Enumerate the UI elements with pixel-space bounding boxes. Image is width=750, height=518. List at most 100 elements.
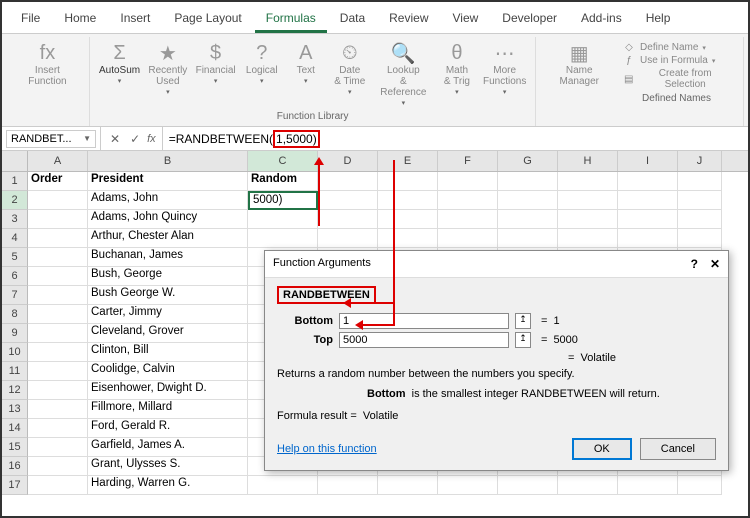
tab-page-layout[interactable]: Page Layout [163,6,252,33]
logical-button[interactable]: ?Logical▾ [241,39,283,109]
cell-I17[interactable] [618,476,678,495]
select-all-corner[interactable] [2,151,28,171]
cell-B16[interactable]: Grant, Ulysses S. [88,457,248,476]
row-header-17[interactable]: 17 [2,476,28,495]
cell-D17[interactable] [318,476,378,495]
cell-G17[interactable] [498,476,558,495]
row-header-16[interactable]: 16 [2,457,28,476]
collapse-dialog-icon[interactable]: ↥ [515,313,531,329]
text-button[interactable]: AText▾ [285,39,327,109]
cell-E3[interactable] [378,210,438,229]
row-header-10[interactable]: 10 [2,343,28,362]
more-functions-button[interactable]: ⋯MoreFunctions▾ [480,39,529,109]
cancel-button[interactable]: Cancel [640,438,716,460]
cell-D4[interactable] [318,229,378,248]
cell-H2[interactable] [558,191,618,210]
dialog-titlebar[interactable]: Function Arguments ? ✕ [265,251,728,278]
name-box[interactable]: RANDBET... ▼ [6,130,96,148]
cell-G2[interactable] [498,191,558,210]
cell-F1[interactable] [438,172,498,191]
cell-F2[interactable] [438,191,498,210]
cell-I1[interactable] [618,172,678,191]
help-icon[interactable]: ? [691,257,698,271]
formula-input[interactable]: =RANDBETWEEN(1,5000) [162,127,748,150]
cell-A1[interactable]: Order [28,172,88,191]
column-header-J[interactable]: J [678,151,722,171]
row-header-4[interactable]: 4 [2,229,28,248]
column-header-F[interactable]: F [438,151,498,171]
tab-help[interactable]: Help [635,6,682,33]
cell-B7[interactable]: Bush George W. [88,286,248,305]
cell-C1[interactable]: Random [248,172,318,191]
date-time-button[interactable]: ⏲Date& Time▾ [329,39,371,109]
create-from-selection-button[interactable]: ▤Create from Selection [620,67,733,91]
row-header-6[interactable]: 6 [2,267,28,286]
cell-B4[interactable]: Arthur, Chester Alan [88,229,248,248]
cell-B1[interactable]: President [88,172,248,191]
cell-I2[interactable] [618,191,678,210]
cell-A5[interactable] [28,248,88,267]
autosum-button[interactable]: Σ AutoSum ▾ [96,39,143,109]
cell-A14[interactable] [28,419,88,438]
cell-G4[interactable] [498,229,558,248]
cell-A2[interactable] [28,191,88,210]
cell-H3[interactable] [558,210,618,229]
cell-I4[interactable] [618,229,678,248]
cell-G1[interactable] [498,172,558,191]
enter-formula-icon[interactable]: ✓ [127,132,143,146]
cell-A7[interactable] [28,286,88,305]
cell-A6[interactable] [28,267,88,286]
row-header-13[interactable]: 13 [2,400,28,419]
cell-B9[interactable]: Cleveland, Grover [88,324,248,343]
row-header-11[interactable]: 11 [2,362,28,381]
tab-formulas[interactable]: Formulas [255,6,327,33]
cell-H4[interactable] [558,229,618,248]
column-header-C[interactable]: C [248,151,318,171]
cell-E2[interactable] [378,191,438,210]
cell-C2[interactable]: 5000) [248,191,318,210]
tab-add-ins[interactable]: Add-ins [570,6,633,33]
cell-B11[interactable]: Coolidge, Calvin [88,362,248,381]
column-header-I[interactable]: I [618,151,678,171]
column-header-B[interactable]: B [88,151,248,171]
cell-A16[interactable] [28,457,88,476]
row-header-1[interactable]: 1 [2,172,28,191]
cell-B2[interactable]: Adams, John [88,191,248,210]
tab-data[interactable]: Data [329,6,376,33]
cell-J1[interactable] [678,172,722,191]
define-name-button[interactable]: ◇Define Name▾ [620,41,733,54]
cell-A12[interactable] [28,381,88,400]
cancel-formula-icon[interactable]: ✕ [107,132,123,146]
row-header-9[interactable]: 9 [2,324,28,343]
tab-developer[interactable]: Developer [491,6,568,33]
cell-J17[interactable] [678,476,722,495]
cell-B13[interactable]: Fillmore, Millard [88,400,248,419]
cell-A15[interactable] [28,438,88,457]
cell-J2[interactable] [678,191,722,210]
row-header-3[interactable]: 3 [2,210,28,229]
help-link[interactable]: Help on this function [277,443,377,455]
cell-A8[interactable] [28,305,88,324]
cell-C4[interactable] [248,229,318,248]
cell-H1[interactable] [558,172,618,191]
tab-home[interactable]: Home [53,6,107,33]
collapse-dialog-icon[interactable]: ↥ [515,332,531,348]
cell-E17[interactable] [378,476,438,495]
cell-D2[interactable] [318,191,378,210]
cell-B10[interactable]: Clinton, Bill [88,343,248,362]
cell-B6[interactable]: Bush, George [88,267,248,286]
row-header-7[interactable]: 7 [2,286,28,305]
use-in-formula-button[interactable]: ƒUse in Formula▾ [620,54,733,67]
cell-A10[interactable] [28,343,88,362]
row-header-14[interactable]: 14 [2,419,28,438]
cell-B17[interactable]: Harding, Warren G. [88,476,248,495]
column-header-G[interactable]: G [498,151,558,171]
cell-A9[interactable] [28,324,88,343]
math-trig-button[interactable]: θMath& Trig▾ [436,39,478,109]
bottom-input[interactable] [339,313,509,329]
tab-file[interactable]: File [10,6,51,33]
row-header-2[interactable]: 2 [2,191,28,210]
cell-B14[interactable]: Ford, Gerald R. [88,419,248,438]
row-header-15[interactable]: 15 [2,438,28,457]
cell-I3[interactable] [618,210,678,229]
